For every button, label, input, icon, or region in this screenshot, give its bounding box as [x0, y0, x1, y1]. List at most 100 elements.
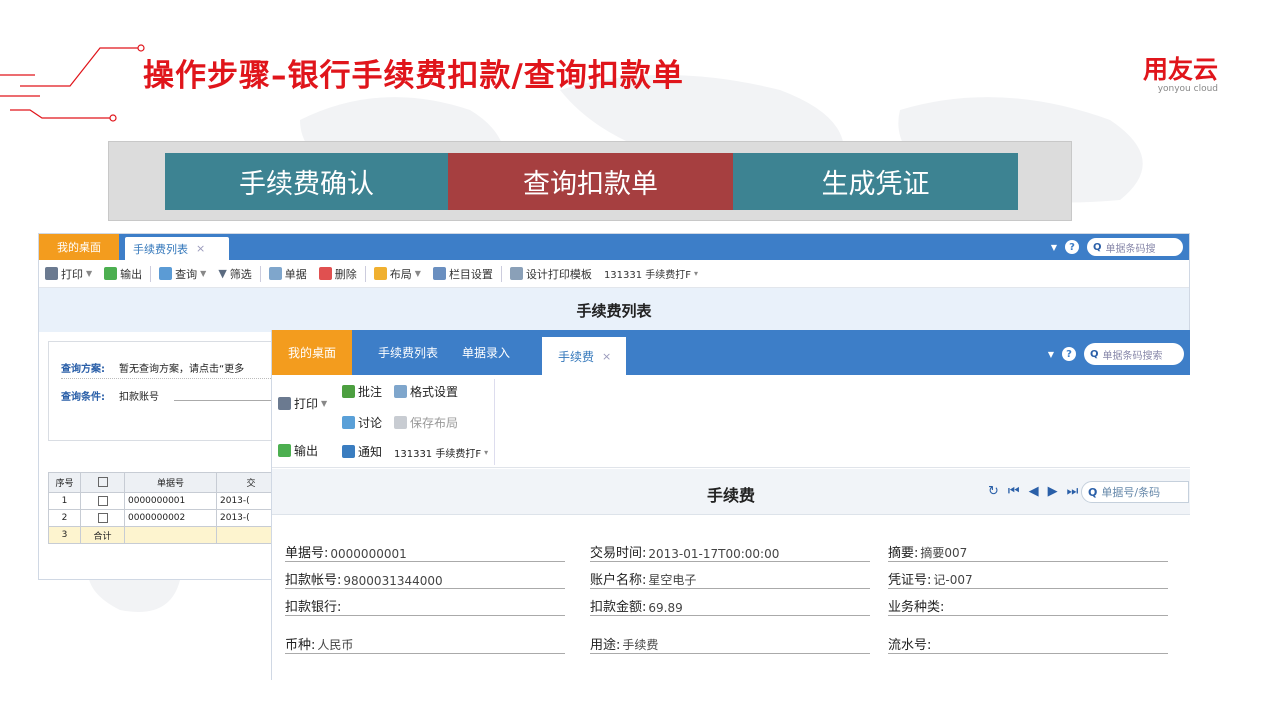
query-condition-field: 扣款账号	[119, 392, 159, 403]
currency-label: 币种:	[285, 638, 316, 653]
serial-field[interactable]: 流水号:	[888, 634, 1168, 654]
print-button[interactable]: 打印 ▼	[278, 395, 327, 412]
table-row[interactable]: 2 0000000002 2013-(	[48, 509, 286, 527]
currency-field[interactable]: 币种: 人民币	[285, 634, 565, 654]
bank-field[interactable]: 扣款银行:	[285, 596, 565, 616]
tab-fee-list-label: 手续费列表	[133, 242, 188, 256]
table-row[interactable]: 1 0000000001 2013-(	[48, 492, 286, 510]
refresh-icon[interactable]: ↻	[988, 484, 999, 499]
chevron-down-icon: ▾	[694, 269, 699, 278]
barcode-search-input[interactable]: Q 单据条码搜	[1087, 238, 1183, 256]
tab-my-desktop[interactable]: 我的桌面	[272, 330, 352, 375]
col-header-seq: 序号	[48, 472, 81, 493]
document-label: 单据	[284, 267, 307, 281]
doc-search-input[interactable]: Q 单据号/条码	[1081, 481, 1189, 503]
print-button[interactable]: 打印 ▼	[39, 266, 98, 282]
format-settings-button[interactable]: 格式设置	[394, 383, 458, 400]
trade-time-field[interactable]: 交易时间: 2013-01-17T00:00:00	[590, 542, 870, 562]
help-icon[interactable]: ?	[1065, 240, 1079, 254]
step-generate-voucher: 生成凭证	[733, 153, 1018, 210]
close-icon[interactable]: ×	[196, 242, 205, 255]
search-placeholder: 单据条码搜索	[1102, 350, 1163, 362]
tab-document-entry[interactable]: 单据录入	[462, 330, 510, 375]
export-button[interactable]: 输出	[98, 266, 148, 282]
checkbox[interactable]	[97, 477, 108, 488]
format-label: 格式设置	[410, 385, 459, 399]
amount-value: 69.89	[648, 601, 683, 615]
voucher-label: 凭证号:	[888, 573, 932, 588]
tab-bar: 我的桌面 手续费列表 单据录入 手续费 × ▼ ? Q 单据条码搜索	[272, 330, 1190, 375]
checkbox[interactable]	[97, 512, 108, 523]
query-label: 查询	[175, 267, 198, 281]
filter-button[interactable]: ▼ 筛选	[212, 266, 257, 282]
tab-fee-list[interactable]: 手续费列表 ×	[125, 237, 229, 260]
col-header-select-all[interactable]	[80, 472, 125, 493]
biz-type-field[interactable]: 业务种类:	[888, 596, 1168, 616]
voucher-field[interactable]: 凭证号: 记-007	[888, 569, 1168, 589]
query-scheme-value[interactable]: 暂无查询方案，请点击“更多	[119, 360, 244, 375]
prev-record-icon[interactable]: ◀	[1029, 484, 1039, 499]
cell-total-label: 合计	[80, 526, 125, 544]
trade-time-value: 2013-01-17T00:00:00	[648, 547, 780, 561]
help-icon[interactable]: ?	[1062, 347, 1076, 361]
checkbox[interactable]	[97, 495, 108, 506]
chevron-down-icon: ▼	[321, 399, 328, 408]
steps-banner: 手续费确认 查询扣款单 生成凭证	[108, 141, 1072, 221]
document-button[interactable]: 单据	[263, 266, 313, 282]
cell-select[interactable]	[80, 509, 125, 527]
design-print-template-button[interactable]: 设计打印模板	[504, 266, 598, 282]
bank-label: 扣款银行:	[285, 600, 342, 615]
tab-my-desktop[interactable]: 我的桌面	[39, 234, 119, 260]
detail-ribbon: 打印 ▼ 输出 批注 讨论 通知 格式设置 保存布局 131331 手续费打F ▾	[272, 375, 1190, 468]
tab-fee[interactable]: 手续费 ×	[542, 337, 626, 375]
cell-select[interactable]	[80, 492, 125, 510]
doc-no-field[interactable]: 单据号: 0000000001	[285, 542, 565, 562]
cell-doc-no[interactable]: 0000000001	[124, 492, 217, 510]
chevron-down-icon[interactable]: ▼	[1051, 243, 1057, 252]
print-template-select[interactable]: 131331 手续费打F ▾	[394, 445, 488, 460]
account-label: 扣款帐号:	[285, 573, 342, 588]
barcode-search-input[interactable]: Q 单据条码搜索	[1084, 343, 1184, 365]
col-header-doc-no: 单据号	[124, 472, 217, 493]
layout-button[interactable]: 布局 ▼	[368, 266, 427, 282]
account-field[interactable]: 扣款帐号: 9800031344000	[285, 569, 565, 589]
record-navigation: ↻ ⏮ ◀ ▶ ⏭	[988, 484, 1078, 499]
search-icon: Q	[1093, 241, 1102, 253]
first-record-icon[interactable]: ⏮	[1008, 484, 1020, 499]
notify-button[interactable]: 通知	[342, 443, 382, 460]
format-icon	[394, 385, 407, 398]
summary-field[interactable]: 摘要: 摘要007	[888, 542, 1168, 562]
delete-button[interactable]: 删除	[313, 266, 363, 282]
save-layout-button[interactable]: 保存布局	[394, 414, 458, 431]
column-settings-button[interactable]: 栏目设置	[427, 266, 499, 282]
serial-label: 流水号:	[888, 638, 932, 653]
close-icon[interactable]: ×	[602, 350, 611, 363]
step-fee-confirm: 手续费确认	[165, 153, 448, 210]
print-template-label: 131331 手续费打F	[603, 270, 692, 281]
query-button[interactable]: 查询 ▼	[153, 266, 212, 282]
purpose-value: 手续费	[622, 638, 659, 652]
chevron-down-icon[interactable]: ▼	[1048, 350, 1054, 359]
last-record-icon[interactable]: ⏭	[1067, 484, 1079, 499]
summary-label: 摘要:	[888, 546, 919, 561]
next-record-icon[interactable]: ▶	[1048, 484, 1058, 499]
notify-icon	[342, 445, 355, 458]
export-icon	[278, 444, 291, 457]
purpose-field[interactable]: 用途: 手续费	[590, 634, 870, 654]
filter-label: 筛选	[229, 267, 252, 281]
cell-doc-no[interactable]: 0000000002	[124, 509, 217, 527]
query-condition-input[interactable]	[174, 400, 284, 401]
printer-icon	[278, 397, 291, 410]
template-icon	[509, 267, 523, 280]
discuss-button[interactable]: 讨论	[342, 414, 382, 431]
export-button[interactable]: 输出	[278, 442, 318, 459]
doc-search-placeholder: 单据号/条码	[1101, 486, 1161, 499]
doc-no-value: 0000000001	[330, 547, 407, 561]
account-name-field[interactable]: 账户名称: 星空电子	[590, 569, 870, 589]
print-template-select[interactable]: 131331 手续费打F ▾	[598, 266, 704, 281]
amount-field[interactable]: 扣款金额: 69.89	[590, 596, 870, 616]
account-name-label: 账户名称:	[590, 573, 647, 588]
query-icon	[159, 267, 173, 280]
annotate-button[interactable]: 批注	[342, 383, 382, 400]
tab-fee-list[interactable]: 手续费列表	[378, 330, 438, 375]
